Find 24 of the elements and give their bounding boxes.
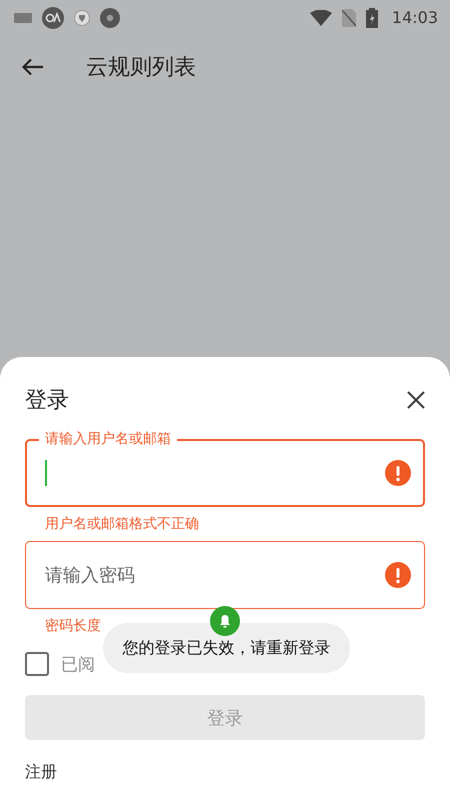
error-icon — [385, 460, 411, 486]
register-link[interactable]: 注册 — [25, 762, 57, 783]
input-field[interactable]: 请输入密码 — [25, 532, 425, 609]
input-field[interactable]: 请输入用户名或邮箱 — [25, 430, 425, 507]
text-input[interactable]: 请输入密码 — [45, 555, 385, 595]
checkbox[interactable] — [25, 652, 49, 676]
toast-message: 您的登录已失效，请重新登录 — [122, 638, 330, 658]
app-icon — [42, 6, 64, 28]
shield-icon — [74, 10, 90, 26]
status-time: 14:03 — [392, 8, 438, 27]
field-label: 请输入用户名或邮箱 — [39, 430, 177, 448]
no-sim-icon — [342, 8, 356, 26]
bell-icon — [210, 606, 240, 636]
sheet-title: 登录 — [25, 387, 69, 415]
wifi-icon — [310, 10, 332, 26]
error-icon — [385, 562, 411, 588]
back-arrow-icon[interactable] — [22, 58, 44, 76]
battery-icon — [366, 8, 378, 28]
close-icon[interactable] — [407, 391, 425, 409]
error-message: 用户名或邮箱格式不正确 — [45, 515, 199, 533]
text-cursor — [45, 460, 47, 486]
page-title: 云规则列表 — [86, 54, 196, 82]
agreement-text: 已阅 — [61, 654, 95, 676]
error-message: 密码长度 — [45, 617, 101, 635]
